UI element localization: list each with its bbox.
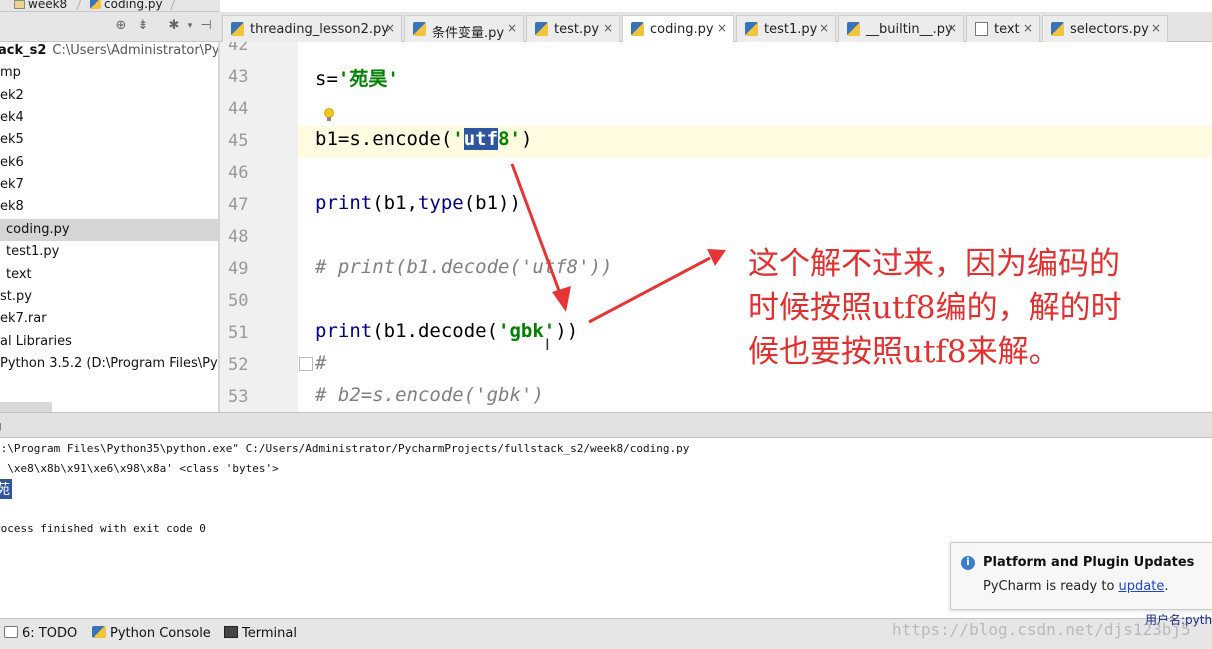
close-icon[interactable]: × [507,21,517,35]
python-file-icon [1051,22,1064,36]
code-line-52: # [315,352,327,374]
breadcrumb-item-coding[interactable]: coding.py [90,0,163,11]
fold-icon[interactable] [299,357,313,371]
code-line-43: s='苑昊' [315,68,399,90]
line-number: 44 [228,99,249,119]
close-icon[interactable]: × [603,21,613,35]
console-line: ' \xe8\x8b\x91\xe6\x98\x8a' <class 'byte… [0,462,279,475]
tree-item-root[interactable]: ack_s2 C:\Users\Administrator\Pych [0,42,218,62]
annotation-line: 这个解不过来，因为编码的 [748,246,1120,282]
tree-item-folder[interactable]: ek5 [0,129,218,151]
todo-button[interactable]: 6: TODO [4,626,77,641]
gear-icon[interactable]: ✱ [166,18,182,34]
notification-title: Platform and Plugin Updates [983,555,1195,570]
tree-item-test-py[interactable]: st.py [0,286,218,308]
console-line: 苑 [0,479,12,499]
tree-item-coding-py[interactable]: coding.py [0,219,218,241]
line-number: 53 [228,387,249,407]
terminal-icon [224,626,238,638]
watermark: https://blog.csdn.net/djs123bj5 [892,620,1191,639]
console-line: D:\Program Files\Python35\python.exe" C:… [0,442,690,455]
breadcrumb: week8 coding.py [0,0,220,12]
python-file-icon [847,22,860,36]
annotation-line: 候也要按照utf8来解。 [748,334,1060,370]
line-number: 45 [228,131,249,151]
sync-icon[interactable]: ⊕ [113,18,129,34]
tab-builtin[interactable]: __builtin__.py × [838,15,964,42]
python-file-icon [231,22,244,36]
project-tool-header: ⊕ ⇟ ✱ ▾ ⊣ [0,12,220,42]
tree-item-python-sdk[interactable]: Python 3.5.2 (D:\Program Files\Pytho [0,353,218,375]
close-icon[interactable]: × [1151,21,1161,35]
text-selection: utf [463,128,499,150]
python-console-icon [92,626,106,638]
tree-item-text[interactable]: text [0,264,218,286]
code-line-45: b1=s.encode('utf8') [315,128,533,150]
tab-threading-lesson2[interactable]: threading_lesson2.py × [222,15,402,42]
close-icon[interactable]: × [1023,21,1033,35]
line-number: 47 [228,195,249,215]
gear-dropdown-icon[interactable]: ▾ [182,18,198,34]
python-file-icon [413,22,426,36]
python-file-icon [631,22,644,36]
hide-panel-icon[interactable]: ⊣ [198,18,214,34]
collapse-icon[interactable]: ⇟ [135,18,151,34]
terminal-button[interactable]: Terminal [224,626,297,641]
editor-tab-bar: threading_lesson2.py × 条件变量.py × test.py… [220,12,1212,43]
tree-item-folder[interactable]: mp [0,62,218,84]
breadcrumb-item-week8[interactable]: week8 [14,0,67,11]
code-line-49: # print(b1.decode('utf8')) [315,256,613,278]
code-line-47: print(b1,type(b1)) [315,192,521,214]
annotation-text: 这个解不过来，因为编码的 时候按照utf8编的，解的时 候也要按照utf8来解。 [748,242,1188,374]
lightbulb-icon[interactable] [323,108,335,122]
python-file-icon [535,22,548,36]
python-file-icon [90,0,101,9]
tree-horizontal-scrollbar[interactable] [0,402,52,412]
python-file-icon [745,22,758,36]
line-number: 46 [228,163,249,183]
close-icon[interactable]: × [385,21,395,35]
tab-test1[interactable]: test1.py × [736,15,836,42]
line-number: 43 [228,67,249,87]
tree-item-folder[interactable]: ek4 [0,107,218,129]
line-number: 42 [228,42,249,55]
tree-item-folder[interactable]: ek6 [0,152,218,174]
tree-item-folder[interactable]: ek7 [0,174,218,196]
console-line: rocess finished with exit code 0 [0,522,206,535]
code-line-53: # b2=s.encode('gbk') [315,384,544,406]
code-line-51: print(b1.decode('gbk')) [315,320,579,342]
tree-item-folder[interactable]: ek8 [0,196,218,218]
line-number: 50 [228,291,249,311]
tree-item-rar[interactable]: ek7.rar [0,308,218,330]
tree-item-external-libraries[interactable]: al Libraries [0,331,218,353]
line-number: 48 [228,227,249,247]
close-icon[interactable]: × [717,21,727,35]
todo-icon [4,626,18,638]
line-number: 51 [228,323,249,343]
project-tree: ack_s2 C:\Users\Administrator\Pych mp ek2… [0,42,218,412]
breadcrumb-separator [163,0,177,10]
close-icon[interactable]: × [819,21,829,35]
tab-coding[interactable]: coding.py × [622,15,734,43]
close-icon[interactable]: × [947,21,957,35]
folder-icon [14,0,25,9]
tab-text[interactable]: text × [966,15,1040,42]
annotation-line: 时候按照utf8编的，解的时 [748,290,1122,326]
text-file-icon [975,22,988,36]
breadcrumb-separator [69,0,83,10]
tree-item-test1-py[interactable]: test1.py [0,241,218,263]
notification-body: PyCharm is ready to update. [983,579,1169,594]
line-number: 49 [228,259,249,279]
info-icon: i [961,556,975,570]
tab-condition-variable[interactable]: 条件变量.py × [404,15,524,42]
line-number-gutter: 42 43 44 45 46 47 48 49 50 51 52 53 [220,42,298,412]
run-tool-header: g [0,412,1212,438]
update-link[interactable]: update [1119,579,1165,594]
python-console-button[interactable]: Python Console [92,626,211,641]
line-number: 52 [228,355,249,375]
tab-test[interactable]: test.py × [526,15,620,42]
notification-balloon[interactable]: i Platform and Plugin Updates PyCharm is… [950,542,1212,610]
tree-item-folder[interactable]: ek2 [0,85,218,107]
tab-selectors[interactable]: selectors.py × [1042,15,1168,42]
